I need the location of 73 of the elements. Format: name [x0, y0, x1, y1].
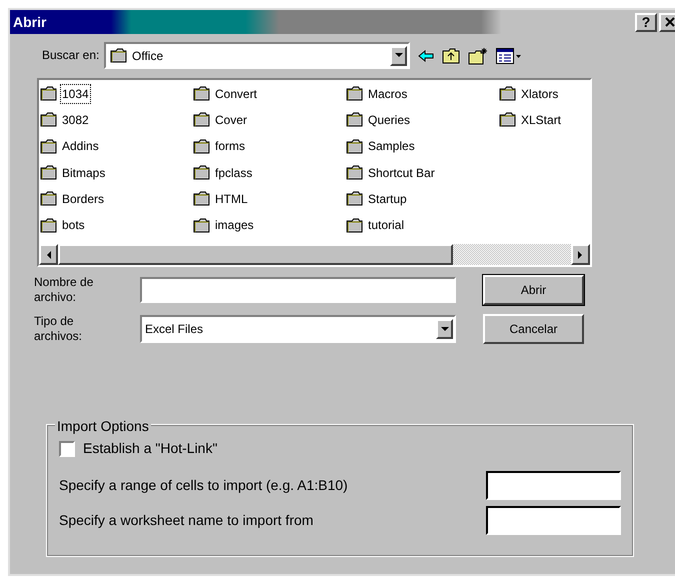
open-button[interactable]: Abrir [483, 275, 584, 305]
file-name-label: Nombre de archivo: [34, 275, 94, 305]
field-label: Specify a worksheet name to import from [59, 511, 314, 530]
folder-icon [193, 112, 211, 128]
help-button[interactable]: ? [635, 12, 657, 32]
folder-icon [346, 191, 364, 206]
folder-icon [193, 191, 211, 206]
folder-icon [40, 112, 58, 128]
folder-item[interactable]: Addins [61, 137, 100, 156]
folder-icon [346, 218, 364, 233]
scrollbar-thumb[interactable] [58, 244, 453, 265]
text-field[interactable] [486, 471, 621, 500]
folder-item[interactable]: Xlators [520, 84, 560, 102]
folder-icon [193, 218, 211, 233]
folder-item[interactable]: Borders [61, 190, 106, 208]
folder-item[interactable]: Convert [214, 84, 258, 102]
close-button[interactable] [659, 12, 675, 32]
close-icon [665, 17, 675, 27]
folder-item[interactable]: bots [61, 216, 86, 234]
file-type-dropdown[interactable]: Excel Files [140, 315, 456, 343]
up-folder-icon[interactable] [442, 48, 460, 64]
scroll-right-button[interactable] [571, 244, 590, 265]
folder-item[interactable]: Macros [367, 84, 408, 102]
folder-icon [499, 86, 517, 101]
folder-icon [346, 165, 364, 180]
folder-item[interactable]: Shortcut Bar [367, 164, 436, 182]
triangle-icon [46, 250, 51, 258]
checkbox-label: Establish a "Hot-Link" [83, 439, 218, 458]
file-name-field[interactable] [140, 277, 456, 303]
folder-icon [193, 86, 211, 101]
folder-icon [40, 138, 58, 154]
folder-icon [40, 86, 58, 101]
folder-item[interactable]: 3082 [61, 110, 90, 129]
folder-item[interactable]: Queries [367, 110, 412, 129]
file-type-label: Tipo de archivos: [34, 314, 84, 344]
scroll-left-button[interactable] [39, 244, 58, 265]
checkbox[interactable] [59, 440, 75, 456]
folder-icon [40, 165, 58, 180]
folder-icon [193, 138, 211, 154]
folder-icon [40, 191, 58, 206]
field-label: Specify a range of cells to import (e.g. A1:B10) [59, 476, 348, 495]
folder-item[interactable]: Cover [214, 110, 248, 129]
details-view-icon[interactable] [496, 48, 522, 64]
look-in-label: Buscar en: [42, 48, 100, 63]
triangle-icon [578, 250, 583, 258]
caret-icon [394, 53, 402, 58]
folder-icon [346, 86, 364, 101]
folder-icon [193, 165, 211, 180]
look-in-dropdown[interactable]: Office [104, 42, 410, 69]
folder-icon [40, 218, 58, 233]
folder-item[interactable]: Samples [367, 137, 416, 156]
caret-icon [440, 326, 448, 332]
text-field[interactable] [486, 506, 621, 535]
dropdown-arrow-button[interactable] [436, 319, 453, 339]
window-title: Abrir [13, 12, 46, 32]
back-arrow-icon[interactable] [418, 50, 434, 62]
folder-item[interactable]: 1034 [61, 84, 90, 102]
dropdown-arrow-button[interactable] [390, 46, 407, 66]
new-folder-icon[interactable] [468, 46, 488, 64]
folder-item[interactable]: tutorial [367, 216, 406, 234]
horizontal-scrollbar[interactable] [39, 244, 590, 265]
folder-item[interactable]: XLStart [520, 110, 562, 129]
folder-item[interactable]: HTML [214, 190, 249, 208]
folder-icon [499, 112, 517, 128]
cancel-button[interactable]: Cancelar [483, 314, 584, 344]
folder-item[interactable]: fpclass [214, 164, 254, 182]
folder-icon [110, 48, 128, 63]
folder-icon [346, 138, 364, 154]
folder-item[interactable]: forms [214, 137, 246, 156]
folder-item[interactable]: Bitmaps [61, 164, 106, 182]
folder-item[interactable]: images [214, 216, 255, 234]
folder-item[interactable]: Startup [367, 190, 408, 208]
folder-icon [346, 112, 364, 128]
